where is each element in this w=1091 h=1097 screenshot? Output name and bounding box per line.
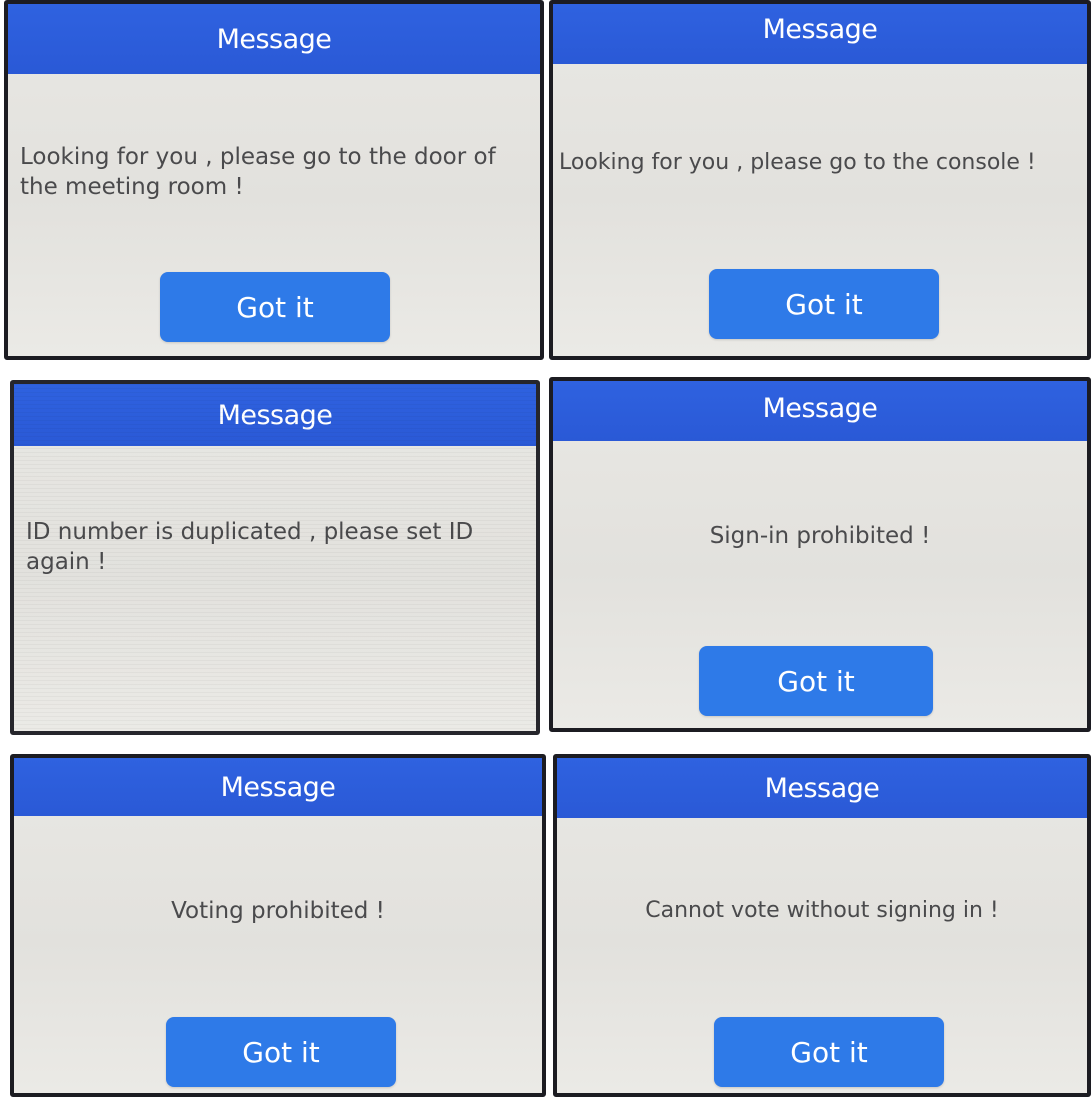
dialog-message: Looking for you , please go to the conso…	[559, 150, 1036, 175]
message-dialog-1: Message Looking for you , please go to t…	[4, 0, 544, 360]
message-dialog-4: Message Sign-in prohibited ! Got it	[549, 377, 1091, 732]
message-dialog-3: Message ID number is duplicated , please…	[10, 380, 540, 735]
got-it-button[interactable]: Got it	[709, 269, 939, 339]
dialog-message: Sign-in prohibited !	[709, 523, 931, 549]
got-it-button[interactable]: Got it	[714, 1017, 944, 1087]
got-it-button[interactable]: Got it	[699, 646, 933, 716]
dialog-message: ID number is duplicated , please set ID …	[26, 519, 474, 575]
message-dialog-6: Message Cannot vote without signing in !…	[553, 754, 1091, 1097]
got-it-button[interactable]: Got it	[160, 272, 390, 342]
dialog-title: Message	[8, 4, 540, 74]
dialog-title: Message	[14, 384, 536, 446]
dialog-message: Looking for you , please go to the door …	[20, 144, 496, 200]
dialog-title: Message	[553, 4, 1087, 64]
dialog-message: Voting prohibited !	[171, 898, 385, 924]
got-it-button[interactable]: Got it	[166, 1017, 396, 1087]
message-dialog-5: Message Voting prohibited ! Got it	[10, 754, 546, 1097]
dialog-title: Message	[14, 758, 542, 816]
message-dialog-2: Message Looking for you , please go to t…	[549, 0, 1091, 360]
dialog-title: Message	[553, 381, 1087, 441]
dialog-message: Cannot vote without signing in !	[645, 898, 999, 923]
dialog-title: Message	[557, 758, 1087, 818]
